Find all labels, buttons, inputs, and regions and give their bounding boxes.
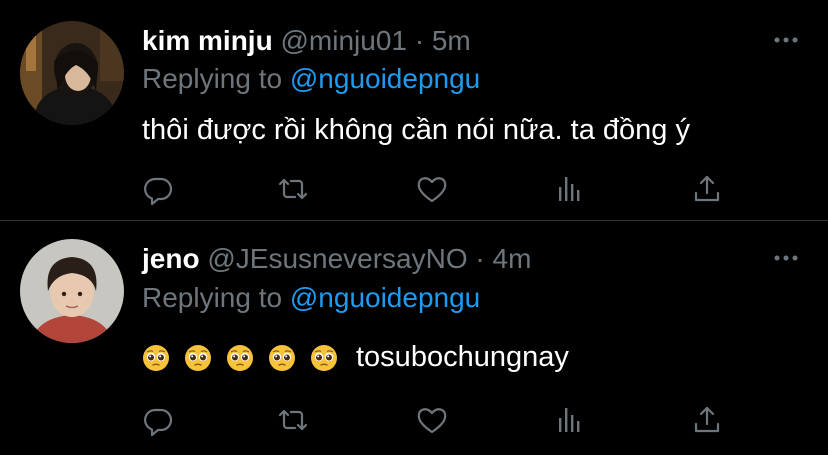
avatar[interactable] xyxy=(20,21,124,125)
like-icon[interactable] xyxy=(414,171,450,207)
replying-label: Replying to xyxy=(142,63,283,94)
retweet-icon[interactable] xyxy=(275,402,311,438)
pleading-face-emoji xyxy=(184,344,212,372)
replying-label: Replying to xyxy=(142,282,283,313)
more-icon[interactable] xyxy=(774,35,798,45)
avatar[interactable] xyxy=(20,239,124,343)
timestamp[interactable]: 4m xyxy=(493,243,532,274)
retweet-icon[interactable] xyxy=(275,171,311,207)
pleading-face-emoji xyxy=(310,344,338,372)
mention-link[interactable]: @nguoidepngu xyxy=(290,63,480,94)
action-bar xyxy=(0,171,828,207)
separator: · xyxy=(414,25,425,56)
replying-to-line: Replying to @nguoidepngu xyxy=(142,281,480,315)
tweet-header: kim minju @minju01 · 5m xyxy=(142,24,471,58)
share-icon[interactable] xyxy=(689,171,725,207)
pleading-face-emoji xyxy=(142,344,170,372)
pleading-face-emoji xyxy=(226,344,254,372)
analytics-icon[interactable] xyxy=(552,171,588,207)
display-name[interactable]: jeno xyxy=(142,243,200,274)
tweet-body: tosubochungnay xyxy=(142,339,569,375)
pleading-face-emoji xyxy=(268,344,296,372)
display-name[interactable]: kim minju xyxy=(142,25,273,56)
tweet-text: tosubochungnay xyxy=(356,341,569,373)
tweet-header: jeno @JEsusneversayNO · 4m xyxy=(142,242,531,276)
tweet[interactable]: jeno @JEsusneversayNO · 4m Replying to @… xyxy=(0,221,828,455)
mention-link[interactable]: @nguoidepngu xyxy=(290,282,480,313)
analytics-icon[interactable] xyxy=(552,402,588,438)
reply-icon[interactable] xyxy=(140,171,176,207)
separator: · xyxy=(475,243,485,274)
tweet[interactable]: kim minju @minju01 · 5m Replying to @ngu… xyxy=(0,0,828,220)
reply-icon[interactable] xyxy=(140,402,176,438)
timestamp[interactable]: 5m xyxy=(432,25,471,56)
user-handle[interactable]: @JEsusneversayNO xyxy=(207,243,467,274)
user-handle[interactable]: @minju01 xyxy=(280,25,406,56)
replying-to-line: Replying to @nguoidepngu xyxy=(142,62,480,96)
like-icon[interactable] xyxy=(414,402,450,438)
more-icon[interactable] xyxy=(774,253,798,263)
action-bar xyxy=(0,402,828,438)
tweet-text: thôi được rồi không cần nói nữa. ta đồng… xyxy=(142,114,690,146)
emoji-group xyxy=(142,344,338,372)
share-icon[interactable] xyxy=(689,402,725,438)
